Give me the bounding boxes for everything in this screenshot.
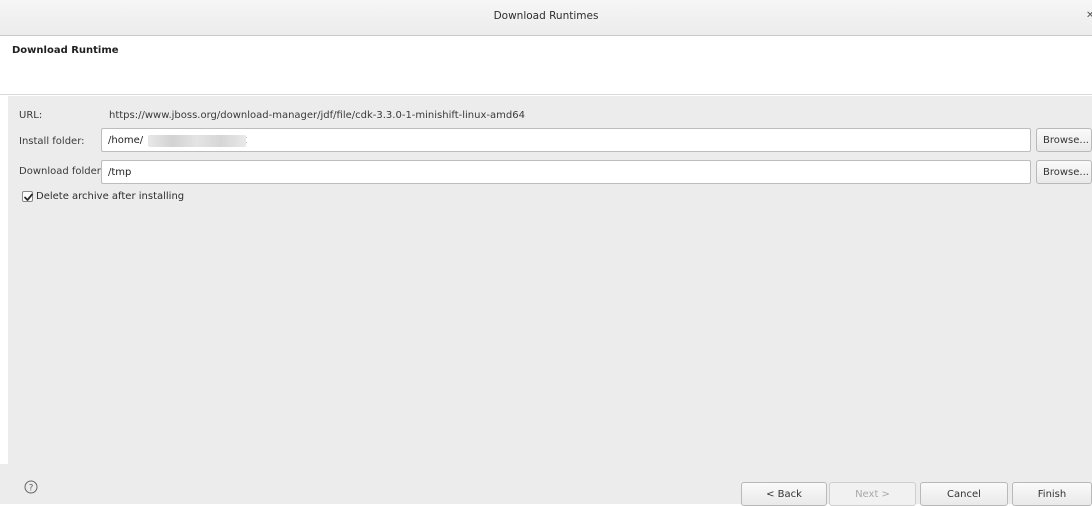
- page-title: Download Runtime: [12, 45, 119, 56]
- download-folder-input[interactable]: [101, 160, 1031, 184]
- svg-text:?: ?: [29, 484, 34, 494]
- url-label: URL:: [19, 110, 43, 121]
- finish-button[interactable]: Finish: [1012, 482, 1092, 506]
- wizard-footer: ? < Back Next > Cancel Finish: [0, 464, 1092, 506]
- install-browse-button[interactable]: Browse...: [1036, 128, 1092, 152]
- next-button[interactable]: Next >: [829, 482, 916, 506]
- title-bar: Download Runtimes ✕: [0, 0, 1092, 36]
- delete-archive-checkbox[interactable]: [22, 191, 33, 202]
- wizard-body: URL: https://www.jboss.org/download-mana…: [8, 96, 1092, 464]
- download-browse-button[interactable]: Browse...: [1036, 160, 1092, 184]
- help-icon[interactable]: ?: [24, 480, 38, 494]
- window-title: Download Runtimes: [493, 10, 599, 22]
- back-button[interactable]: < Back: [741, 482, 827, 506]
- download-folder-label: Download folder:: [19, 166, 105, 177]
- redacted-username: [148, 135, 246, 147]
- install-folder-label: Install folder:: [19, 136, 85, 147]
- delete-archive-label: Delete archive after installing: [36, 191, 185, 202]
- close-icon[interactable]: ✕: [1086, 10, 1092, 21]
- wizard-banner: Download Runtime: [0, 37, 1092, 95]
- delete-archive-option[interactable]: Delete archive after installing: [22, 191, 184, 202]
- cancel-button[interactable]: Cancel: [920, 482, 1008, 506]
- checkmark-icon: [24, 193, 33, 201]
- url-value: https://www.jboss.org/download-manager/j…: [109, 110, 525, 121]
